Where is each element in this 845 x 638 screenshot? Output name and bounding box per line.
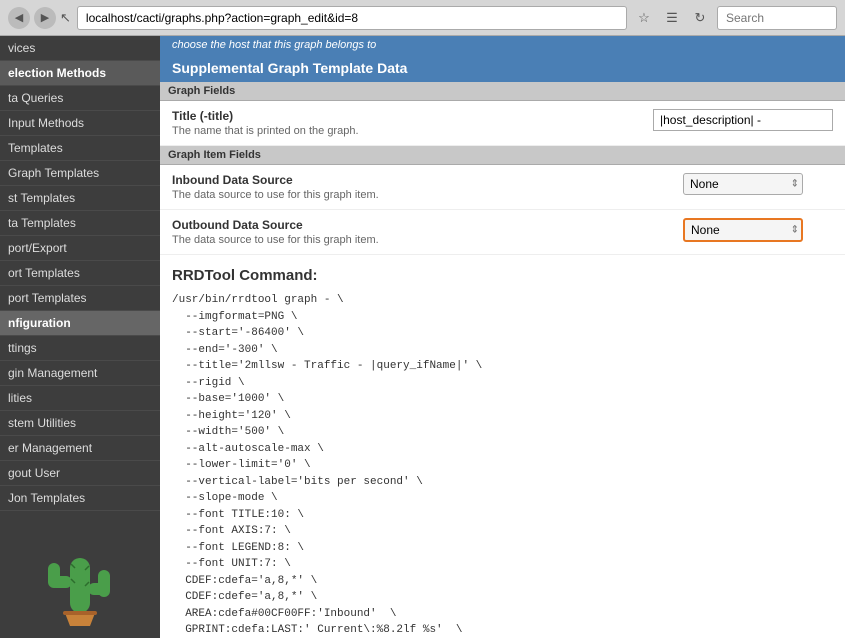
inbound-source-row: Inbound Data Source The data source to u… bbox=[160, 165, 845, 210]
outbound-source-row: Outbound Data Source The data source to … bbox=[160, 210, 845, 255]
cursor-icon: ↖ bbox=[60, 10, 71, 26]
sidebar-item-stem-utilities[interactable]: stem Utilities bbox=[0, 411, 160, 436]
outbound-source-control: None bbox=[683, 218, 833, 242]
sidebar-item-ort-templates[interactable]: ort Templates bbox=[0, 261, 160, 286]
sidebar-item-vices[interactable]: vices bbox=[0, 36, 160, 61]
sidebar-item-election-methods[interactable]: election Methods bbox=[0, 61, 160, 86]
sidebar-item-port-export[interactable]: port/Export bbox=[0, 236, 160, 261]
cactus-icon bbox=[40, 538, 120, 628]
refresh-button[interactable]: ↻ bbox=[689, 7, 711, 29]
app-container: vices election Methods ta Queries Input … bbox=[0, 36, 845, 638]
forward-button[interactable]: ▶ bbox=[34, 7, 56, 29]
title-input[interactable] bbox=[653, 109, 833, 131]
title-field-info: Title (-title) The name that is printed … bbox=[172, 109, 643, 137]
title-field-desc: The name that is printed on the graph. bbox=[172, 125, 643, 137]
rrdtool-code: /usr/bin/rrdtool graph - \ --imgformat=P… bbox=[172, 292, 833, 638]
inbound-source-desc: The data source to use for this graph it… bbox=[172, 189, 673, 201]
sidebar-item-port-templates[interactable]: port Templates bbox=[0, 286, 160, 311]
sidebar-item-templates[interactable]: Templates bbox=[0, 136, 160, 161]
inbound-select[interactable]: None bbox=[683, 173, 803, 195]
page-subtitle: choose the host that this graph belongs … bbox=[160, 36, 845, 54]
inbound-select-wrapper: None bbox=[683, 173, 803, 195]
sidebar-item-gout-user[interactable]: gout User bbox=[0, 461, 160, 486]
nav-buttons: ◀ ▶ ↖ bbox=[8, 7, 71, 29]
outbound-select-wrapper: None bbox=[683, 218, 803, 242]
page-header: Supplemental Graph Template Data bbox=[160, 54, 845, 82]
sidebar-item-ta-queries[interactable]: ta Queries bbox=[0, 86, 160, 111]
outbound-source-info: Outbound Data Source The data source to … bbox=[172, 218, 673, 246]
browser-bar: ◀ ▶ ↖ ☆ ☰ ↻ bbox=[0, 0, 845, 36]
cactus-logo bbox=[0, 528, 160, 638]
sidebar-item-lities[interactable]: lities bbox=[0, 386, 160, 411]
outbound-source-label: Outbound Data Source bbox=[172, 218, 673, 232]
sidebar-item-jon-templates[interactable]: Jon Templates bbox=[0, 486, 160, 511]
back-button[interactable]: ◀ bbox=[8, 7, 30, 29]
rrdtool-command-title: RRDTool Command: bbox=[172, 267, 833, 284]
bookmark-button[interactable]: ☆ bbox=[633, 7, 655, 29]
title-field-label: Title (-title) bbox=[172, 109, 643, 123]
outbound-select[interactable]: None bbox=[683, 218, 803, 242]
inbound-source-info: Inbound Data Source The data source to u… bbox=[172, 173, 673, 201]
inbound-source-label: Inbound Data Source bbox=[172, 173, 673, 187]
sidebar-item-gin-management[interactable]: gin Management bbox=[0, 361, 160, 386]
sidebar-item-ta-templates[interactable]: ta Templates bbox=[0, 211, 160, 236]
sidebar-item-ttings[interactable]: ttings bbox=[0, 336, 160, 361]
graph-fields-header: Graph Fields bbox=[160, 82, 845, 101]
search-input[interactable] bbox=[717, 6, 837, 30]
sidebar: vices election Methods ta Queries Input … bbox=[0, 36, 160, 638]
graph-item-fields-header: Graph Item Fields bbox=[160, 146, 845, 165]
outbound-source-desc: The data source to use for this graph it… bbox=[172, 234, 673, 246]
sidebar-item-er-management[interactable]: er Management bbox=[0, 436, 160, 461]
inbound-source-control: None bbox=[683, 173, 833, 195]
url-bar[interactable] bbox=[77, 6, 627, 30]
title-field-control bbox=[653, 109, 833, 131]
main-content: choose the host that this graph belongs … bbox=[160, 36, 845, 638]
page-title: Supplemental Graph Template Data bbox=[172, 60, 407, 76]
sidebar-item-nfiguration[interactable]: nfiguration bbox=[0, 311, 160, 336]
rrdtool-section: RRDTool Command: /usr/bin/rrdtool graph … bbox=[160, 255, 845, 638]
title-field-row: Title (-title) The name that is printed … bbox=[160, 101, 845, 146]
menu-button[interactable]: ☰ bbox=[661, 7, 683, 29]
sidebar-item-st-templates[interactable]: st Templates bbox=[0, 186, 160, 211]
sidebar-item-input-methods[interactable]: Input Methods bbox=[0, 111, 160, 136]
sidebar-item-graph-templates[interactable]: Graph Templates bbox=[0, 161, 160, 186]
